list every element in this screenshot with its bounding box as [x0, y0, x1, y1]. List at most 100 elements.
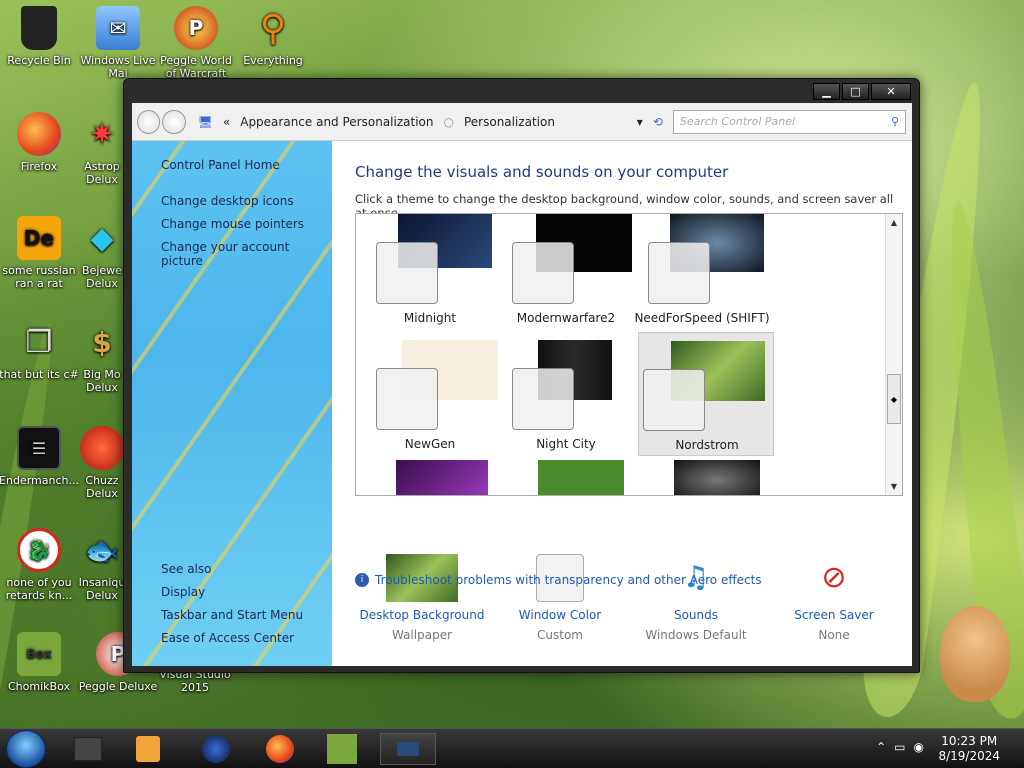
desktop-icon[interactable]: Chuzz Delux: [78, 426, 126, 500]
sidebar-link-ease-of-access[interactable]: Ease of Access Center: [161, 631, 294, 645]
sidebar-home-link[interactable]: Control Panel Home: [161, 158, 280, 172]
sounds-option[interactable]: ♫ Sounds Windows Default: [627, 554, 765, 642]
astropop-icon: ✷: [89, 116, 115, 152]
taskbar-app-icon[interactable]: [380, 733, 436, 765]
clock-date: 8/19/2024: [938, 749, 1000, 763]
breadcrumb-appearance[interactable]: Appearance and Personalization: [240, 115, 433, 129]
desktop-background-option[interactable]: Desktop Background Wallpaper: [353, 554, 491, 642]
desktop-icon[interactable]: 🐉 none of you retards kn...: [0, 528, 79, 602]
screen-saver-option[interactable]: ⊘ Screen Saver None: [765, 554, 903, 642]
taskbar-app-icon[interactable]: [68, 733, 108, 765]
window-color-label[interactable]: Window Color: [491, 608, 629, 622]
breadcrumb-separator-icon: ○: [443, 114, 454, 129]
customization-options: Desktop Background Wallpaper Window Colo…: [355, 444, 905, 642]
window-color-value: Custom: [537, 628, 583, 642]
sidebar-link-display[interactable]: Display: [161, 585, 205, 599]
taskbar-app-icon[interactable]: [196, 733, 236, 765]
close-button[interactable]: ✕: [871, 83, 911, 100]
money-bag-icon: $: [92, 325, 112, 359]
theme-color-swatch: [376, 368, 438, 430]
search-input[interactable]: Search Control Panel ⚲: [672, 109, 906, 134]
theme-item[interactable]: Midnight: [362, 214, 498, 334]
info-icon: i: [355, 573, 369, 587]
scroll-thumb[interactable]: ◆: [887, 374, 901, 424]
sidebar-link-mouse-pointers[interactable]: Change mouse pointers: [161, 217, 304, 231]
sidebar-link-account-picture[interactable]: Change your account picture: [161, 240, 332, 268]
desktop-icon[interactable]: Firefox: [0, 112, 79, 173]
theme-color-swatch: [648, 242, 710, 304]
window-color-option[interactable]: Window Color Custom: [491, 554, 629, 642]
clock[interactable]: 10:23 PM 8/19/2024: [938, 734, 1000, 764]
peggle-icon: P: [174, 6, 218, 50]
desktop-icon[interactable]: De some russian ran a rat: [0, 216, 79, 290]
volume-icon[interactable]: ◉: [914, 740, 924, 754]
show-hidden-icons-icon[interactable]: ⌃: [876, 740, 886, 754]
desktop-icon[interactable]: ✉ Windows Live Mai: [78, 6, 158, 80]
desktop-icon[interactable]: ✷ Astrop Delux: [78, 112, 126, 186]
copy-icon: ❐: [25, 324, 53, 360]
screen-saver-label[interactable]: Screen Saver: [765, 608, 903, 622]
box-icon: [74, 737, 102, 761]
desktop-icon[interactable]: Box ChomikBox: [0, 632, 79, 693]
taskbar-app-icon[interactable]: [322, 733, 362, 765]
breadcrumb-prefix: «: [222, 114, 231, 129]
desktop-icon[interactable]: ◆ Bejewe Delux: [78, 216, 126, 290]
magnifier-icon: ⚲: [259, 7, 287, 49]
desktop-icon[interactable]: $ Big Mo Delux: [78, 320, 126, 394]
hamster-image: [940, 606, 1010, 702]
theme-color-swatch: [643, 369, 705, 431]
theme-item[interactable]: Nordstrom: [638, 332, 774, 456]
screen-saver-icon: ⊘: [821, 560, 847, 595]
theme-item[interactable]: NewGen: [362, 340, 498, 460]
control-panel-icon: [397, 742, 419, 756]
taskbar: ⌃ ▭ ◉ 10:23 PM 8/19/2024: [0, 728, 1024, 768]
desktop-icon[interactable]: 🐟 Insaniqu Delux: [78, 528, 126, 602]
sounds-label[interactable]: Sounds: [627, 608, 765, 622]
start-button[interactable]: [6, 730, 46, 768]
dropdown-icon[interactable]: ▾: [637, 115, 643, 129]
system-tray: ⌃ ▭ ◉: [876, 740, 924, 754]
desktop-icon[interactable]: ☰ Endermanch...: [0, 426, 79, 487]
taskbar-app-icon[interactable]: [260, 733, 300, 765]
window-content: Control Panel Home Change desktop icons …: [132, 141, 912, 666]
theme-item[interactable]: Night City: [498, 340, 634, 460]
desktop-background-label[interactable]: Desktop Background: [353, 608, 491, 622]
page-title: Change the visuals and sounds on your co…: [355, 163, 729, 181]
theme-item[interactable]: NeedForSpeed (SHIFT): [634, 214, 770, 334]
troubleshoot-link[interactable]: i Troubleshoot problems with transparenc…: [355, 573, 762, 587]
dragon-icon: 🐉: [17, 528, 61, 572]
sidebar-link-taskbar[interactable]: Taskbar and Start Menu: [161, 608, 303, 622]
sidebar-link-desktop-icons[interactable]: Change desktop icons: [161, 194, 294, 208]
scroll-up-icon[interactable]: ▲: [886, 214, 902, 231]
media-player-icon: [136, 736, 160, 762]
maximize-button[interactable]: □: [842, 83, 869, 100]
address-bar[interactable]: 🖥 « Appearance and Personalization ○ Per…: [198, 109, 673, 135]
taskbar-app-icon[interactable]: [128, 733, 168, 765]
monitor-icon: 🖥: [197, 114, 213, 129]
chomikbox-icon: Box: [17, 632, 61, 676]
globe-icon: [202, 735, 230, 763]
desktop-icon[interactable]: Recycle Bin: [0, 6, 79, 67]
firefox-icon: [17, 112, 61, 156]
breadcrumb-personalization[interactable]: Personalization: [464, 115, 555, 129]
desktop-icon[interactable]: ❐ that but its c#: [0, 320, 79, 381]
sounds-value: Windows Default: [645, 628, 747, 642]
mail-icon: ✉: [96, 6, 140, 50]
search-icon[interactable]: ⚲: [891, 115, 899, 128]
personalization-window: ▁ □ ✕ 🖥 « Appearance and Personalization…: [123, 78, 920, 673]
theme-color-swatch: [512, 242, 574, 304]
minimize-button[interactable]: ▁: [813, 83, 840, 100]
theme-color-swatch: [376, 242, 438, 304]
troubleshoot-label[interactable]: Troubleshoot problems with transparency …: [375, 573, 762, 587]
forward-button[interactable]: [162, 109, 186, 134]
main-panel: Change the visuals and sounds on your co…: [355, 141, 905, 666]
desktop-icon[interactable]: ⚲ Everything: [233, 6, 313, 67]
refresh-icon[interactable]: ⟲: [653, 115, 663, 129]
desktop-icon[interactable]: P Peggle World of Warcraft: [156, 6, 236, 80]
back-button[interactable]: [137, 109, 161, 134]
gem-icon: ◆: [90, 220, 114, 256]
theme-item[interactable]: Modernwarfare2: [498, 214, 634, 334]
network-icon[interactable]: ▭: [894, 740, 905, 754]
theme-name: NeedForSpeed (SHIFT): [634, 311, 770, 325]
navigation-bar: 🖥 « Appearance and Personalization ○ Per…: [132, 103, 912, 141]
